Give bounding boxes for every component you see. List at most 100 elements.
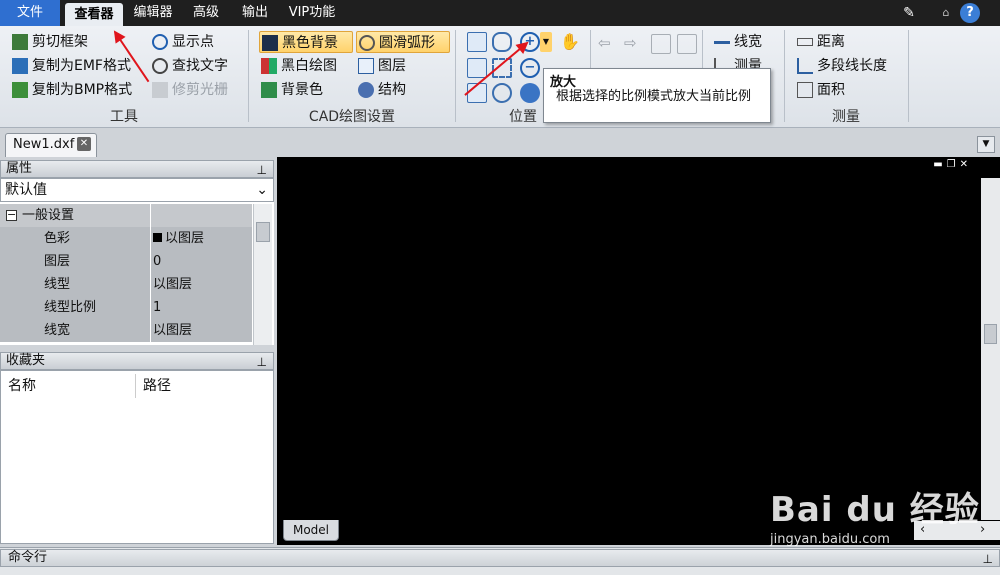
property-value[interactable]: 以图层	[151, 319, 252, 342]
column-divider	[135, 374, 136, 398]
back-arrow-icon[interactable]: ⇦	[598, 34, 618, 54]
ribbon: 剪切框架 复制为EMF格式 复制为BMP格式 显示点 查找文字 修剪光栅 工具 …	[0, 26, 1000, 128]
property-value[interactable]: 以图层	[151, 273, 252, 296]
collapse-icon[interactable]: −	[6, 209, 17, 221]
clip-frame-button[interactable]: 剪切框架	[10, 31, 88, 53]
copy-bmp-label: 复制为BMP格式	[32, 82, 133, 98]
area-button[interactable]: 面积	[795, 79, 845, 101]
bg-color-button[interactable]: 背景色	[259, 79, 323, 101]
section-value	[151, 204, 252, 227]
window-controls[interactable]: ▬❐✕	[933, 159, 972, 170]
property-value[interactable]: 0	[151, 250, 252, 273]
property-grid: − 一般设置 色彩 以图层 图层 0 线型 以图层 线型比例 1 线宽 以图层	[0, 204, 252, 345]
bw-drawing-button[interactable]: 黑白绘图	[259, 55, 337, 77]
pan-hand-icon[interactable]: ✋	[560, 32, 580, 52]
nav-icon-3[interactable]	[651, 34, 671, 54]
section-name: − 一般设置	[0, 204, 150, 227]
properties-combo[interactable]: 默认值 ⌄	[0, 178, 274, 202]
smooth-arc-label: 圆滑弧形	[379, 35, 435, 51]
layers-icon	[358, 58, 374, 74]
group-label-tools: 工具	[110, 109, 138, 125]
tab-output[interactable]: 输出	[233, 0, 277, 26]
black-background-button[interactable]: 黑色背景	[259, 31, 353, 53]
trim-raster-button[interactable]: 修剪光栅	[150, 79, 228, 101]
line-width-button[interactable]: 线宽	[712, 31, 762, 53]
line-width-label: 线宽	[734, 34, 762, 50]
favorites-header: 收藏夹 ⊥	[0, 352, 274, 370]
layers-button[interactable]: 图层	[356, 55, 406, 77]
model-tab[interactable]: Model	[283, 520, 339, 541]
document-tab[interactable]: New1.dxf ✕	[5, 133, 97, 157]
structure-icon	[358, 82, 374, 98]
scrollbar-thumb[interactable]	[256, 222, 270, 242]
tab-viewer[interactable]: 查看器	[65, 3, 123, 26]
smooth-arc-button[interactable]: 圆滑弧形	[356, 31, 450, 53]
property-row[interactable]: 线型比例 1	[0, 296, 252, 319]
bw-drawing-icon	[261, 58, 277, 74]
crosshair-icon	[152, 34, 168, 50]
menu-file[interactable]: 文件	[0, 0, 60, 26]
column-name[interactable]: 名称	[8, 375, 36, 395]
structure-label: 结构	[378, 82, 406, 98]
distance-button[interactable]: 距离	[795, 31, 845, 53]
property-name: 线宽	[0, 319, 150, 342]
favorites-title: 收藏夹	[6, 353, 46, 368]
line-width-icon	[714, 41, 730, 44]
copy-emf-button[interactable]: 复制为EMF格式	[10, 55, 131, 77]
property-value[interactable]: 以图层	[151, 227, 252, 250]
document-tab-bar: New1.dxf ✕ ▼	[0, 130, 1000, 157]
orbit-icon[interactable]	[520, 83, 540, 103]
property-row[interactable]: 色彩 以图层	[0, 227, 252, 250]
pen-icon[interactable]: ✎	[898, 0, 920, 26]
color-swatch-icon	[153, 233, 162, 242]
pin-icon[interactable]: ⊥	[257, 162, 267, 178]
pin-icon[interactable]: ⊥	[983, 551, 993, 567]
zoom-window-icon[interactable]	[492, 32, 512, 52]
polyline-length-button[interactable]: 多段线长度	[795, 55, 887, 77]
rotate-view-icon[interactable]	[492, 83, 512, 103]
clip-frame-icon	[12, 34, 28, 50]
layers-label: 图层	[378, 58, 406, 74]
collapse-icon[interactable]: ⌂	[936, 0, 956, 26]
structure-button[interactable]: 结构	[356, 79, 406, 101]
property-row[interactable]: 线宽 以图层	[0, 319, 252, 342]
trim-raster-icon	[152, 82, 168, 98]
zoom-extents-icon[interactable]	[467, 32, 487, 52]
properties-scrollbar[interactable]	[253, 204, 272, 345]
properties-title: 属性	[6, 161, 33, 176]
pin-icon[interactable]: ⊥	[257, 354, 267, 370]
property-name: 线型	[0, 273, 150, 296]
column-path[interactable]: 路径	[143, 375, 171, 395]
zoom-out-icon[interactable]: −	[520, 58, 540, 78]
menu-bar: 文件 查看器 编辑器 高级 输出 VIP功能 ✎ ⌂ ?	[0, 0, 1000, 26]
tab-editor[interactable]: 编辑器	[127, 0, 179, 26]
zoom-dropdown-icon[interactable]: ▼	[540, 32, 552, 52]
property-value[interactable]: 1	[151, 296, 252, 319]
group-label-cad: CAD绘图设置	[308, 109, 396, 125]
tab-advanced[interactable]: 高级	[183, 0, 229, 26]
distance-label: 距离	[817, 34, 845, 50]
property-row[interactable]: 线型 以图层	[0, 273, 252, 296]
area-icon	[797, 82, 813, 98]
property-section-row[interactable]: − 一般设置	[0, 204, 252, 227]
copy-bmp-button[interactable]: 复制为BMP格式	[10, 79, 132, 101]
show-points-button[interactable]: 显示点	[150, 31, 214, 53]
property-row[interactable]: 图层 0	[0, 250, 252, 273]
nav-icon-4[interactable]	[677, 34, 697, 54]
tab-vip[interactable]: VIP功能	[281, 0, 343, 26]
area-label: 面积	[817, 82, 845, 98]
group-label-measure: 测量	[832, 109, 860, 125]
zoom-previous-icon[interactable]	[467, 58, 487, 78]
distance-icon	[797, 38, 813, 46]
canvas-vertical-scrollbar[interactable]	[981, 178, 1000, 520]
find-text-button[interactable]: 查找文字	[150, 55, 228, 77]
chevron-down-icon[interactable]: ▼	[977, 136, 995, 153]
scrollbar-thumb[interactable]	[984, 324, 997, 344]
help-icon[interactable]: ?	[960, 3, 980, 23]
document-tab-label: New1.dxf	[13, 137, 75, 152]
chevron-down-icon: ⌄	[256, 182, 268, 198]
forward-arrow-icon[interactable]: ⇨	[624, 34, 644, 54]
close-icon[interactable]: ✕	[77, 137, 91, 151]
find-text-icon	[152, 58, 168, 74]
watermark-logo: Bai du 经验 jingyan.baidu.com	[770, 482, 990, 552]
